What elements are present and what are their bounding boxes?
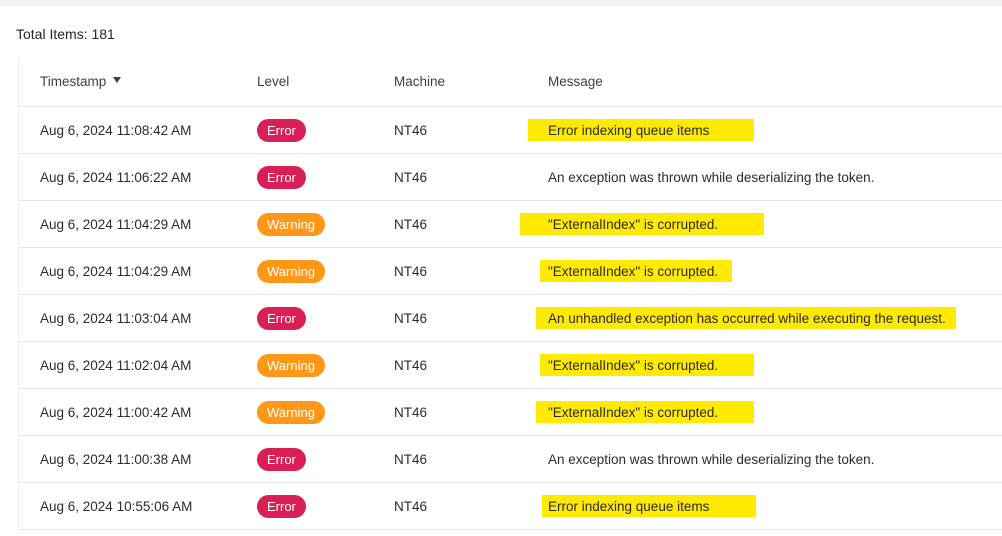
level-badge-warning: Warning (257, 400, 325, 424)
level-cell: Warning (257, 248, 325, 294)
column-header-message[interactable]: Message (548, 57, 603, 106)
machine-cell: NT46 (394, 357, 428, 373)
message-cell: Error indexing queue items (528, 107, 754, 153)
timestamp-cell: Aug 6, 2024 11:03:04 AM (40, 310, 192, 326)
level-cell: Warning (257, 342, 325, 388)
level-cell: Error (257, 154, 306, 200)
message-text: An unhandled exception has occurred whil… (548, 310, 946, 326)
message-cell: An exception was thrown while deserializ… (548, 154, 874, 200)
table-header: Timestamp Level Machine Message (19, 57, 1002, 107)
table-row[interactable]: Aug 6, 2024 11:02:04 AM Warning NT46 "Exter… (19, 342, 1002, 389)
level-cell: Warning (257, 201, 325, 247)
timestamp-cell: Aug 6, 2024 11:08:42 AM (40, 122, 192, 138)
message-cell: "ExternalIndex" is corrupted. (536, 389, 754, 435)
machine-cell: NT46 (394, 498, 428, 514)
level-badge-warning: Warning (257, 259, 325, 283)
table-row[interactable]: Aug 6, 2024 11:04:29 AM Warning NT46 "Exter… (19, 201, 1002, 248)
column-header-timestamp[interactable]: Timestamp (40, 57, 122, 106)
level-badge-error: Error (257, 165, 306, 189)
timestamp-cell: Aug 6, 2024 11:00:42 AM (40, 404, 192, 420)
message-cell: An unhandled exception has occurred whil… (536, 295, 956, 341)
message-text: An exception was thrown while deserializ… (548, 169, 875, 185)
table-row[interactable]: Aug 6, 2024 11:00:42 AM Warning NT46 "Exter… (19, 389, 1002, 436)
message-cell: "ExternalIndex" is corrupted. (540, 248, 732, 294)
top-bar (0, 0, 1002, 6)
column-header-machine[interactable]: Machine (394, 57, 445, 106)
timestamp-cell: Aug 6, 2024 11:04:29 AM (40, 263, 192, 279)
level-cell: Error (257, 436, 306, 482)
machine-cell: NT46 (394, 263, 428, 279)
column-header-level[interactable]: Level (257, 57, 289, 106)
level-cell: Error (257, 295, 306, 341)
timestamp-cell: Aug 6, 2024 11:00:38 AM (40, 451, 192, 467)
table-row[interactable]: Aug 6, 2024 11:08:42 AM Error NT46 Error in… (19, 107, 1002, 154)
message-text: Error indexing queue items (548, 122, 710, 138)
machine-cell: NT46 (394, 216, 428, 232)
timestamp-cell: Aug 6, 2024 11:04:29 AM (40, 216, 192, 232)
message-cell: An exception was thrown while deserializ… (548, 436, 874, 482)
table-row[interactable]: Aug 6, 2024 11:00:38 AM Error NT46 An excep… (19, 436, 1002, 483)
level-cell: Error (257, 483, 306, 529)
table-body: Aug 6, 2024 11:08:42 AM Error NT46 Error in… (19, 107, 1002, 530)
machine-cell: NT46 (394, 169, 428, 185)
message-text: An exception was thrown while deserializ… (548, 451, 875, 467)
level-badge-error: Error (257, 118, 306, 142)
total-items-count: Total Items: 181 (16, 26, 115, 42)
timestamp-cell: Aug 6, 2024 11:02:04 AM (40, 357, 192, 373)
column-header-timestamp-label: Timestamp (40, 74, 107, 89)
message-text: "ExternalIndex" is corrupted. (548, 263, 719, 279)
message-text: "ExternalIndex" is corrupted. (548, 357, 719, 373)
log-table: Timestamp Level Machine Message Aug 6, 2… (18, 57, 1002, 530)
machine-cell: NT46 (394, 122, 428, 138)
level-badge-error: Error (257, 306, 306, 330)
table-row[interactable]: Aug 6, 2024 11:06:22 AM Error NT46 An excep… (19, 154, 1002, 201)
level-cell: Warning (257, 389, 325, 435)
table-row[interactable]: Aug 6, 2024 10:55:06 AM Error NT46 Error in… (19, 483, 1002, 530)
machine-cell: NT46 (394, 451, 428, 467)
level-badge-warning: Warning (257, 353, 325, 377)
message-text: "ExternalIndex" is corrupted. (548, 216, 719, 232)
timestamp-cell: Aug 6, 2024 10:55:06 AM (40, 498, 193, 514)
machine-cell: NT46 (394, 310, 428, 326)
message-text: "ExternalIndex" is corrupted. (548, 404, 719, 420)
message-text: Error indexing queue items (548, 498, 710, 514)
message-cell: "ExternalIndex" is corrupted. (520, 201, 764, 247)
caret-down-icon[interactable] (113, 76, 122, 83)
level-badge-error: Error (257, 494, 306, 518)
message-cell: Error indexing queue items (542, 483, 756, 529)
level-badge-warning: Warning (257, 212, 325, 236)
level-badge-error: Error (257, 447, 306, 471)
level-cell: Error (257, 107, 306, 153)
machine-cell: NT46 (394, 404, 428, 420)
table-row[interactable]: Aug 6, 2024 11:04:29 AM Warning NT46 "Exter… (19, 248, 1002, 295)
timestamp-cell: Aug 6, 2024 11:06:22 AM (40, 169, 192, 185)
message-cell: "ExternalIndex" is corrupted. (540, 342, 754, 388)
table-row[interactable]: Aug 6, 2024 11:03:04 AM Error NT46 An unhan… (19, 295, 1002, 342)
